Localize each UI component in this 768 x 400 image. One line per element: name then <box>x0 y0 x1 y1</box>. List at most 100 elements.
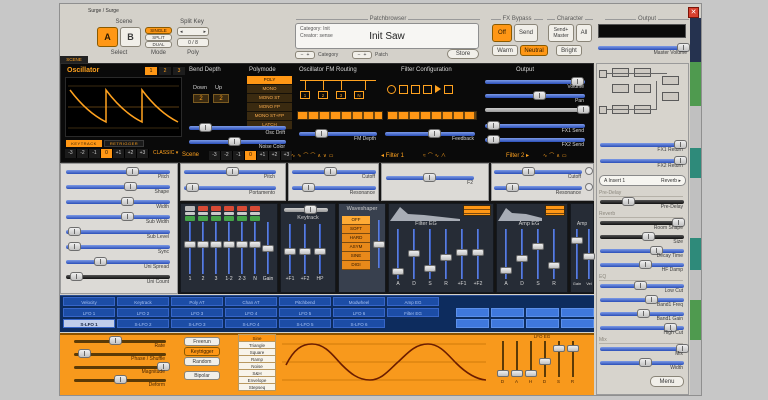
route-button[interactable] <box>250 212 260 215</box>
channel-level-slider[interactable] <box>210 222 222 274</box>
lfo-eg-delay-slider[interactable] <box>496 341 509 377</box>
category-stepper[interactable]: − + <box>295 51 315 59</box>
fm-depth-slider[interactable]: FM Depth <box>299 128 377 142</box>
filter1-type-icons[interactable]: ∿∿⌒⌒∧∨▭ <box>291 152 335 159</box>
filter-eg-sustain-slider[interactable] <box>424 229 436 279</box>
split-key-stepper[interactable]: ◂ ▸ <box>177 27 209 36</box>
keytrack-f1-slider[interactable] <box>284 224 296 274</box>
filter-eg-f1-depth-slider[interactable] <box>456 229 468 279</box>
fx1-send-slider[interactable]: FX1 Send <box>485 120 585 134</box>
lfo-bipolar-button[interactable]: Bipolar <box>184 371 220 380</box>
channel-level-slider[interactable] <box>236 222 248 274</box>
portamento-slider[interactable]: Portamento <box>184 182 276 196</box>
filter1-cutoff-slider[interactable]: Cutoff <box>292 166 376 180</box>
amp-eg-sustain-slider[interactable] <box>532 229 544 279</box>
solo-button[interactable] <box>237 216 247 221</box>
mod-source-cell[interactable]: S-LFO 5 <box>279 319 331 328</box>
polymode-item[interactable]: POLY <box>247 76 292 85</box>
mixer-channel[interactable]: N <box>249 206 261 282</box>
lfo-eg-hold-slider[interactable] <box>524 341 537 377</box>
filter2-cutoff-slider[interactable]: Cutoff <box>494 166 582 180</box>
waveshaper-item[interactable]: ASYM <box>342 243 370 252</box>
polymode-item[interactable]: MONO ST <box>247 94 292 103</box>
uni-count-slider[interactable]: Uni Count <box>66 271 170 285</box>
fx-width-slider[interactable]: Width <box>600 357 684 371</box>
mod-source-cell[interactable]: LFO 6 <box>333 308 385 317</box>
mod-source-cell[interactable]: Amp EG <box>387 297 439 306</box>
room-shape-slider[interactable]: Room Shape <box>600 217 686 231</box>
fx2-send-slider[interactable]: FX2 Send <box>485 134 585 148</box>
osc-drift-slider[interactable]: Osc Drift <box>189 122 286 136</box>
lfo-keytrigger-button[interactable]: Keytrigger <box>184 347 220 356</box>
lfo-shape-item[interactable]: S&H <box>238 370 276 377</box>
decay-time-slider[interactable]: Decay Time <box>600 245 684 259</box>
fx-bypass-all-button[interactable]: All <box>576 24 592 42</box>
mod-source-cell[interactable]: Keytrack <box>117 297 169 306</box>
mod-source-cell[interactable]: S-LFO 3 <box>171 319 223 328</box>
lfo-random-button[interactable]: Random <box>184 357 220 366</box>
polymode-item[interactable]: MONO <box>247 85 292 94</box>
filter2-link-button-1[interactable] <box>585 167 593 175</box>
lfo-phase-slider[interactable]: Phase / Shuffle <box>74 348 166 362</box>
fm-mode-selector[interactable] <box>297 111 383 120</box>
menu-button[interactable]: Menu <box>650 376 684 387</box>
waveshaper-item[interactable]: OFF <box>342 216 370 225</box>
fx-bypass-send-master-button[interactable]: Send+ Master <box>548 24 574 42</box>
mod-source-cell[interactable]: LFO 1 <box>63 308 115 317</box>
lfo-freerun-button[interactable]: Freerun <box>184 337 220 346</box>
channel-level-slider[interactable] <box>223 222 235 274</box>
mute-button[interactable] <box>185 206 195 211</box>
filter-config-selector[interactable] <box>387 111 477 120</box>
lfo-eg-sustain-slider[interactable] <box>552 341 565 377</box>
scene-octave-button[interactable]: -2 <box>221 151 233 160</box>
edge-strip-green-2[interactable] <box>690 300 701 340</box>
filter2-type-icons[interactable]: ∿⌒∧▭ <box>543 152 569 159</box>
sub-level-slider[interactable]: Sub Level <box>66 226 170 240</box>
hf-damp-slider[interactable]: HF Damp <box>600 259 684 273</box>
pan-slider[interactable]: Pan <box>485 90 585 104</box>
amp-eg-release-slider[interactable] <box>548 229 560 279</box>
macro-cell[interactable] <box>561 308 594 317</box>
fx-bypass-off-button[interactable]: Off <box>492 24 512 42</box>
mute-button[interactable] <box>237 206 247 211</box>
mode-dual-button[interactable]: DUAL <box>145 41 172 48</box>
polymode-item[interactable]: MONO FP <box>247 103 292 112</box>
lfo-shape-item[interactable]: Envelope <box>238 377 276 384</box>
mod-source-cell[interactable]: Velocity <box>63 297 115 306</box>
mod-source-cell[interactable]: Chan AT <box>225 297 277 306</box>
mixer-gain-slider[interactable] <box>262 222 274 274</box>
macro-cell[interactable] <box>526 308 559 317</box>
waveshaper-drive-slider[interactable] <box>373 220 385 268</box>
filter1-subtype-icons[interactable]: ≈⌒∿∧ <box>423 152 448 159</box>
macro-cell[interactable] <box>526 319 559 328</box>
edge-strip-teal-2[interactable] <box>690 238 701 270</box>
filter1-resonance-slider[interactable]: Resonance <box>292 182 376 196</box>
mod-source-cell[interactable]: LFO 2 <box>117 308 169 317</box>
lfo-shape-item[interactable]: Ramp <box>238 356 276 363</box>
mute-button[interactable] <box>198 206 208 211</box>
macro-cell[interactable] <box>561 319 594 328</box>
mod-source-cell[interactable]: S-LFO 1 <box>63 319 115 328</box>
lfo-eg-release-slider[interactable] <box>566 341 579 377</box>
edge-strip-teal-1[interactable] <box>690 148 701 178</box>
macro-cell[interactable] <box>491 308 524 317</box>
keytrack-f2-slider[interactable] <box>299 224 311 274</box>
band1-freq-slider[interactable]: Band1 Freq <box>600 294 684 308</box>
fx2-return-slider[interactable]: FX2 Return <box>600 155 687 169</box>
fm-node[interactable]: 1 <box>300 91 310 99</box>
mute-button[interactable] <box>250 206 260 211</box>
route-button[interactable] <box>185 212 195 215</box>
patch-field[interactable]: Category: Init Creator: sense Init Saw <box>295 23 479 49</box>
filter-eg-f2-depth-slider[interactable] <box>472 229 484 279</box>
size-slider[interactable]: Size <box>600 231 684 245</box>
lfo-shape-item[interactable]: Sine <box>238 335 276 342</box>
fx-bypass-send-button[interactable]: Send <box>514 24 538 42</box>
character-warm-button[interactable]: Warm <box>492 45 518 56</box>
filter-eg-mode-button[interactable] <box>463 205 491 216</box>
waveshaper-item[interactable]: SINE <box>342 252 370 261</box>
solo-button[interactable] <box>224 216 234 221</box>
mod-source-cell[interactable]: S-LFO 2 <box>117 319 169 328</box>
lfo-deform-slider[interactable]: Deform <box>74 374 166 388</box>
osc-type-select[interactable]: CLASSIC ▾ <box>153 150 178 156</box>
pitch-slider[interactable]: Pitch <box>66 166 170 180</box>
